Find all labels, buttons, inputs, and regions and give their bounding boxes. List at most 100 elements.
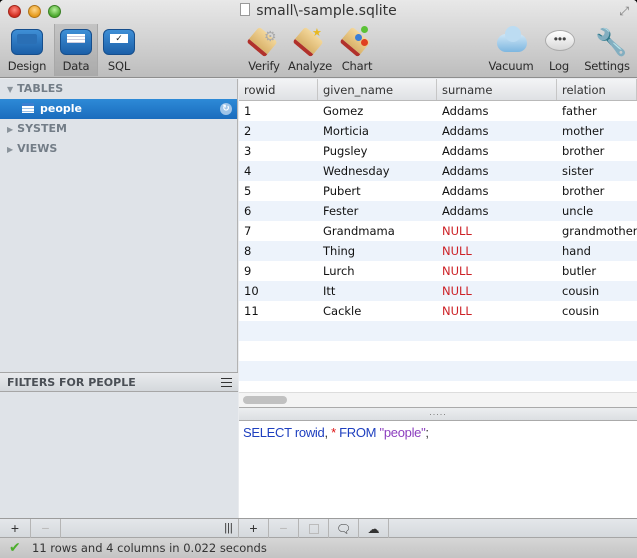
table-row[interactable]: 7 Grandmama NULL grandmother (239, 221, 637, 241)
sidebar: ▼ TABLES people ↻ ▶ SYSTEM ▶ VIEWS FILTERS F… (0, 79, 238, 519)
refresh-icon[interactable]: ↻ (220, 103, 232, 115)
sql-button[interactable]: ✓ SQL (97, 26, 141, 76)
status-bar: ✔ 11 rows and 4 columns in 0.022 seconds (0, 538, 637, 558)
table-cell[interactable]: Morticia (318, 121, 437, 141)
table-cell[interactable]: NULL (437, 241, 557, 261)
table-row[interactable]: 5 Pubert Addams brother (239, 181, 637, 201)
table-cell[interactable]: 11 (239, 301, 318, 321)
chart-button[interactable]: Chart (338, 26, 376, 76)
table-cell[interactable]: NULL (437, 261, 557, 281)
table-icon (22, 103, 34, 113)
table-cell[interactable]: NULL (437, 281, 557, 301)
table-cell[interactable]: father (557, 101, 637, 121)
horizontal-scrollbar[interactable] (239, 392, 637, 407)
table-row[interactable]: 10 Itt NULL cousin (239, 281, 637, 301)
table-cell[interactable]: 5 (239, 181, 318, 201)
table-cell[interactable]: Fester (318, 201, 437, 221)
table-cell[interactable]: cousin (557, 281, 637, 301)
table-row[interactable]: 8 Thing NULL hand (239, 241, 637, 261)
vacuum-button[interactable]: Vacuum (488, 26, 534, 76)
table-cell[interactable]: 4 (239, 161, 318, 181)
data-button[interactable]: Data (54, 26, 98, 76)
remove-filter-button[interactable]: − (31, 519, 61, 538)
table-cell[interactable]: grandmother (557, 221, 637, 241)
fullscreen-icon[interactable]: ⤢ (619, 4, 629, 19)
table-cell[interactable]: Cackle (318, 301, 437, 321)
disclosure-expanded-icon[interactable]: ▼ (7, 85, 13, 94)
table-cell[interactable]: Gomez (318, 101, 437, 121)
wrench-icon: 🔧 (595, 27, 628, 57)
log-button[interactable]: ••• Log (540, 26, 578, 76)
table-row[interactable]: 6 Fester Addams uncle (239, 201, 637, 221)
table-cell[interactable]: Grandmama (318, 221, 437, 241)
table-cell[interactable]: butler (557, 261, 637, 281)
table-cell[interactable]: Lurch (318, 261, 437, 281)
table-cell[interactable]: brother (557, 141, 637, 161)
sql-label: SQL (107, 59, 131, 73)
column-resize-handle[interactable]: ||| (219, 519, 239, 538)
table-cell[interactable]: 9 (239, 261, 318, 281)
table-cell[interactable]: sister (557, 161, 637, 181)
table-cell[interactable]: Pugsley (318, 141, 437, 161)
settings-button[interactable]: 🔧 Settings (583, 26, 631, 76)
table-cell[interactable]: Addams (437, 121, 557, 141)
sidebar-section-views[interactable]: ▶ VIEWS (0, 139, 237, 159)
table-row[interactable]: 3 Pugsley Addams brother (239, 141, 637, 161)
table-cell[interactable]: NULL (437, 221, 557, 241)
cloud-download-button[interactable]: ☁ (359, 519, 389, 538)
sidebar-section-tables[interactable]: ▼ TABLES (0, 79, 237, 99)
table-cell[interactable]: Pubert (318, 181, 437, 201)
section-label: VIEWS (17, 142, 58, 155)
table-cell[interactable]: 6 (239, 201, 318, 221)
table-cell[interactable]: Wednesday (318, 161, 437, 181)
table-row[interactable]: 4 Wednesday Addams sister (239, 161, 637, 181)
mode-segmented-control: Design Data ✓ SQL (5, 24, 137, 76)
column-header-rowid[interactable]: rowid (239, 79, 318, 100)
analyze-label: Analyze (288, 59, 332, 73)
add-filter-button[interactable]: + (0, 519, 31, 538)
table-cell[interactable]: NULL (437, 301, 557, 321)
table-cell[interactable]: hand (557, 241, 637, 261)
comment-button[interactable]: 🗨 (329, 519, 359, 538)
table-cell[interactable]: 3 (239, 141, 318, 161)
table-cell[interactable]: Addams (437, 101, 557, 121)
table-row[interactable]: 9 Lurch NULL butler (239, 261, 637, 281)
table-cell[interactable]: Addams (437, 161, 557, 181)
sql-editor[interactable]: SELECT rowid, * FROM "people"; (239, 421, 637, 518)
table-cell[interactable]: Addams (437, 181, 557, 201)
table-cell[interactable]: Addams (437, 141, 557, 161)
column-header-surname[interactable]: surname (437, 79, 557, 100)
sql-keyword: SELECT (243, 425, 292, 440)
sidebar-item-people[interactable]: people ↻ (0, 99, 237, 119)
table-cell[interactable]: 2 (239, 121, 318, 141)
table-cell[interactable]: 10 (239, 281, 318, 301)
menu-icon[interactable] (221, 378, 232, 387)
table-cell[interactable]: brother (557, 181, 637, 201)
verify-button[interactable]: ⚙ Verify (245, 26, 283, 76)
add-row-button[interactable]: + (239, 519, 269, 538)
table-row[interactable]: 2 Morticia Addams mother (239, 121, 637, 141)
table-row[interactable]: 11 Cackle NULL cousin (239, 301, 637, 321)
table-cell[interactable]: 8 (239, 241, 318, 261)
disclosure-collapsed-icon[interactable]: ▶ (7, 145, 13, 154)
column-header-relation[interactable]: relation (557, 79, 637, 100)
analyze-button[interactable]: ★ Analyze (287, 26, 333, 76)
table-cell[interactable]: uncle (557, 201, 637, 221)
column-header-given-name[interactable]: given_name (318, 79, 437, 100)
table-cell[interactable]: 1 (239, 101, 318, 121)
disclosure-collapsed-icon[interactable]: ▶ (7, 125, 13, 134)
remove-row-button[interactable]: − (269, 519, 299, 538)
table-cell[interactable]: Thing (318, 241, 437, 261)
sidebar-section-system[interactable]: ▶ SYSTEM (0, 119, 237, 139)
split-handle[interactable]: ..... (239, 407, 637, 421)
table-cell[interactable]: Addams (437, 201, 557, 221)
table-cell[interactable]: 7 (239, 221, 318, 241)
edit-row-button[interactable] (299, 519, 329, 538)
design-button[interactable]: Design (5, 26, 49, 76)
scrollbar-thumb[interactable] (243, 396, 287, 404)
chart-label: Chart (341, 59, 373, 73)
table-cell[interactable]: mother (557, 121, 637, 141)
table-row[interactable]: 1 Gomez Addams father (239, 101, 637, 121)
table-cell[interactable]: Itt (318, 281, 437, 301)
table-cell[interactable]: cousin (557, 301, 637, 321)
